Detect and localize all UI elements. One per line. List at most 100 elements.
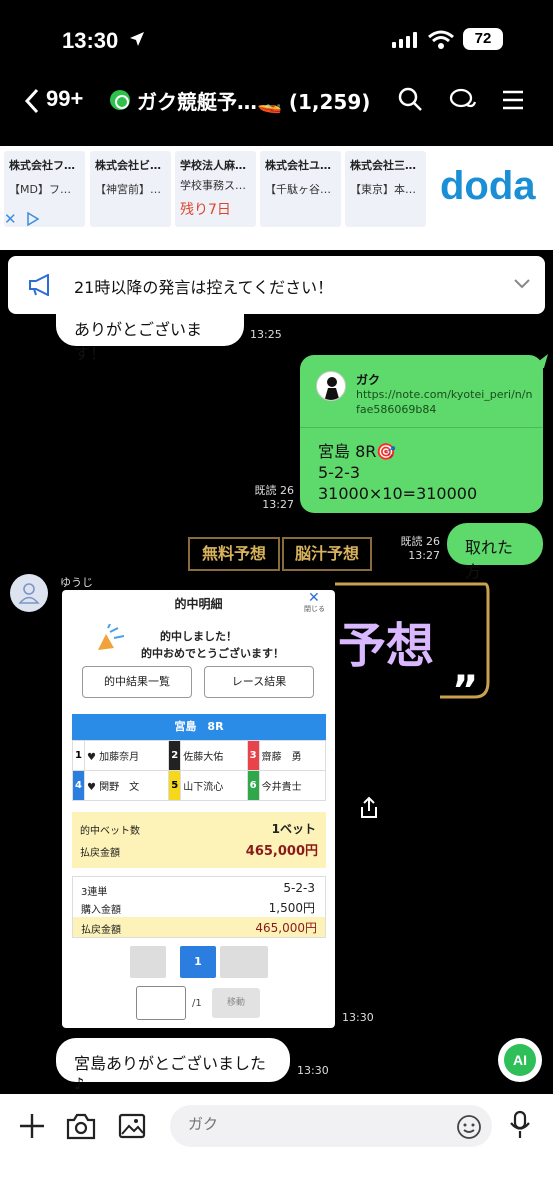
hit-bets-value: 1ベット [271, 822, 316, 836]
message-time: 13:30 [342, 1011, 374, 1024]
message-bubble-sent[interactable]: 取れた方 [447, 523, 543, 581]
share-icon[interactable] [358, 796, 380, 820]
ad-sub: 【神宮前】… [95, 183, 161, 196]
pager-prev [130, 946, 166, 978]
signal-icon [392, 32, 417, 48]
payout-value: 465,000円 [245, 844, 318, 859]
racer-number: 1 [72, 740, 85, 771]
hit-summary: 的中ベット数 1ベット 払戻金額 465,000円 [72, 812, 326, 868]
location-arrow-icon [130, 32, 144, 46]
share-url-link[interactable]: https://note.com/kyotei_peri/n/nfae58606… [356, 387, 536, 417]
ad-card[interactable]: 学校法人麻… 学校事務ス… 残り7日 [175, 151, 256, 227]
bg-big-text: 予想 [338, 618, 435, 674]
message-time: 13:25 [250, 328, 282, 341]
unread-count[interactable]: 99+ [46, 86, 83, 112]
back-chevron-icon[interactable] [22, 86, 42, 116]
message-text: 宮島 8R🎯 5-2-3 31000×10=310000 [318, 442, 478, 503]
image-icon[interactable] [118, 1112, 146, 1140]
payout-row: 払戻金額 465,000円 [73, 917, 325, 937]
racer-name: ♥ 加藤奈月 [83, 740, 170, 771]
megaphone-icon [29, 274, 49, 296]
purchase-value: 1,500円 [268, 901, 315, 915]
ad-company: 株式会社三… [350, 159, 416, 172]
ad-card[interactable]: 株式会社ユ… 【千駄ヶ谷… [260, 151, 341, 227]
ai-label: AI [504, 1044, 536, 1076]
message-bubble-received[interactable]: ありがとございます！ [56, 308, 244, 363]
ad-sub: 【東京】本… [350, 183, 416, 196]
message-text: 宮島ありがとございました♪ [74, 1054, 267, 1093]
racer-name: 佐藤大佑 [180, 740, 248, 771]
payout-label: 払戻金額 [80, 848, 120, 859]
bet-detail: 3連単 5-2-3 購入金額 1,500円 払戻金額 465,000円 [72, 876, 326, 938]
sender-name: ゆうじ [60, 576, 93, 589]
announcement-bar[interactable]: 21時以降の発言は控えてください！ [8, 256, 545, 314]
chat-header: 99+ ガク競艇予…🚤 (1,259) [0, 80, 553, 126]
ai-assistant-button[interactable]: AI [498, 1038, 542, 1082]
status-bar: 13:30 72 [0, 0, 553, 80]
move-button: 移動 [212, 988, 260, 1018]
microphone-icon[interactable] [508, 1110, 532, 1140]
menu-icon[interactable] [502, 86, 524, 114]
page-input [136, 986, 186, 1020]
read-label: 既読 26 [254, 484, 295, 497]
doda-logo[interactable]: doda [440, 164, 536, 209]
chat-bubbles-icon[interactable] [449, 86, 477, 114]
user-avatar[interactable] [10, 574, 48, 612]
ad-company: 株式会社ユ… [265, 159, 331, 172]
hit-message-1: 的中しました！ [160, 630, 237, 643]
message-bubble-sent-share[interactable]: ガク https://note.com/kyotei_peri/n/nfae58… [300, 355, 543, 513]
message-input[interactable] [188, 1115, 428, 1133]
ad-card[interactable]: 株式会社ビ… 【神宮前】… [90, 151, 171, 227]
image-message-screenshot[interactable]: 的中明細 ✕ 閉じる 的中しました！ 的中おめでとうございます！ 的中結果一覧 … [62, 590, 335, 1028]
hit-message-2: 的中おめでとうございます！ [141, 647, 284, 660]
bg-free-yoso: 無料予想 [188, 537, 280, 571]
message-text: ありがとございます！ [74, 320, 203, 363]
racer-name: 山下流心 [180, 770, 248, 801]
ad-company: 学校法人麻… [180, 159, 246, 172]
payout-label: 払戻金額 [81, 925, 121, 936]
message-time: 13:27 [262, 498, 294, 511]
ad-choices-icon[interactable] [26, 212, 40, 226]
screenshot-title: 的中明細 [174, 597, 223, 611]
announcement-text: 21時以降の発言は控えてください！ [74, 278, 334, 297]
message-time: 13:27 [408, 549, 440, 562]
racer-name: 今井貴士 [258, 770, 327, 801]
camera-icon[interactable] [66, 1112, 96, 1140]
read-label: 既読 26 [400, 535, 441, 548]
chat-title[interactable]: ガク競艇予…🚤 (1,259) [137, 86, 370, 115]
racer-number: 3 [246, 740, 260, 771]
ad-company: 株式会社フ… [9, 159, 75, 172]
ad-card[interactable]: 株式会社三… 【東京】本… [345, 151, 426, 227]
search-icon[interactable] [397, 86, 423, 114]
plus-icon[interactable] [18, 1112, 46, 1140]
bet-combo: 5-2-3 [283, 881, 315, 895]
message-input-bar [0, 1094, 553, 1200]
racer-number: 4 [72, 770, 85, 801]
emoji-icon[interactable] [456, 1114, 482, 1140]
chevron-down-icon[interactable] [513, 278, 531, 290]
divider [300, 427, 543, 428]
ad-deadline: 残り7日 [180, 202, 231, 218]
bg-brain-yoso: 脳汁予想 [282, 537, 372, 571]
racer-table: 1 ♥ 加藤奈月 2 佐藤大佑 3 齋藤 勇 4 ♥ 関野 文 5 山下流心 6… [72, 740, 327, 801]
message-bubble-received[interactable]: 宮島ありがとございました♪ [56, 1038, 290, 1093]
racer-name: 齋藤 勇 [258, 740, 327, 771]
message-text: 取れた方 [465, 538, 514, 581]
message-input-field[interactable] [170, 1105, 492, 1147]
ad-sub: 【千駄ヶ谷… [265, 183, 331, 196]
pager-current: 1 [180, 946, 216, 978]
pager-next [220, 946, 268, 978]
race-header: 宮島 8R [72, 714, 326, 740]
ad-sub: 【MD】フ… [9, 183, 71, 196]
ad-company: 株式会社ビ… [95, 159, 161, 172]
race-results-button: レース結果 [204, 666, 314, 698]
close-label: 閉じる [304, 605, 325, 613]
ad-banner[interactable]: 株式会社フ… 【MD】フ… 株式会社ビ… 【神宮前】… 学校法人麻… 学校事務ス… [0, 146, 553, 232]
payout-value: 465,000円 [255, 921, 317, 935]
share-sender-name: ガク [356, 373, 381, 387]
page-total: /1 [192, 998, 202, 1009]
racer-number: 6 [246, 770, 260, 801]
ad-strip [0, 232, 553, 250]
ad-close-icon[interactable]: ✕ [4, 210, 17, 228]
sender-avatar [316, 371, 346, 401]
